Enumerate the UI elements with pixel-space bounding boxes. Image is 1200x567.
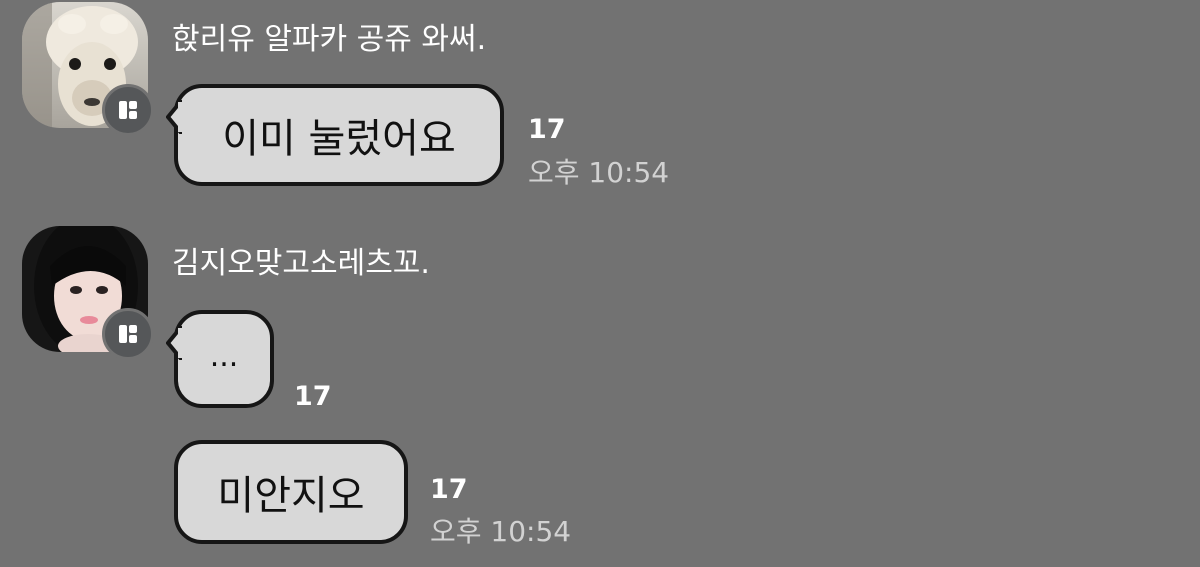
message-text: 미안지오: [217, 473, 365, 519]
message-bubble[interactable]: ...: [166, 310, 274, 408]
bubble-tail: [166, 326, 182, 360]
sender-name: 김지오맞고소레츠꼬.: [172, 246, 430, 281]
profile-badge-icon: [102, 84, 154, 136]
bubble-tail: [166, 100, 182, 134]
unread-count: 17: [430, 474, 468, 505]
message-text: 이미 눌렀어요: [222, 116, 456, 162]
message-bubble[interactable]: 미안지오: [174, 440, 408, 544]
message-bubble[interactable]: 이미 눌렀어요: [166, 84, 504, 186]
profile-badge-icon: [102, 308, 154, 360]
unread-count: 17: [528, 114, 566, 145]
sender-name: 핝리유 알파카 공쥬 와써.: [172, 22, 487, 57]
message-time: 오후 10:54: [528, 156, 670, 189]
message-time: 오후 10:54: [430, 515, 572, 548]
message-text: ...: [209, 338, 239, 374]
unread-count: 17: [294, 381, 332, 412]
